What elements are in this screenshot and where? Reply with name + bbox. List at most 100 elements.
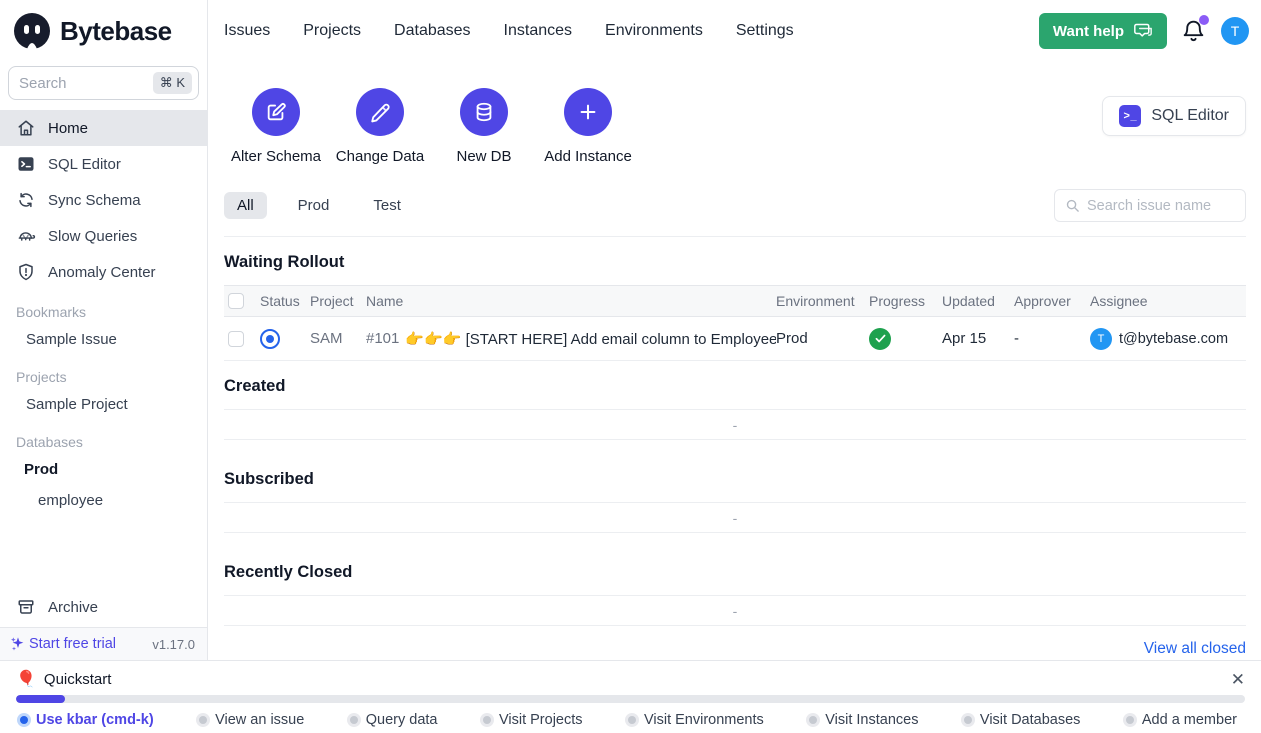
issue-search-input[interactable]: Search issue name — [1054, 189, 1246, 222]
task-label: Visit Projects — [499, 712, 583, 728]
task-visit-environments[interactable]: Visit Environments — [628, 712, 764, 728]
global-search-input[interactable]: Search ⌘ K — [8, 66, 199, 100]
nav-projects[interactable]: Projects — [303, 22, 361, 40]
tab-test[interactable]: Test — [360, 192, 414, 219]
edit-square-icon — [252, 88, 300, 136]
section-title-subscribed: Subscribed — [224, 440, 1246, 502]
alter-schema-button[interactable]: Alter Schema — [224, 88, 328, 165]
quickstart-tasks: Use kbar (cmd-k) View an issue Query dat… — [0, 703, 1261, 728]
plus-icon — [564, 88, 612, 136]
sidebar-item-label: SQL Editor — [48, 156, 121, 173]
sidebar-item-label: Slow Queries — [48, 228, 137, 245]
nav-databases[interactable]: Databases — [394, 22, 471, 40]
task-label: Use kbar (cmd-k) — [36, 712, 154, 728]
sidebar-item-prod[interactable]: Prod — [0, 454, 207, 485]
quickstart-title: Quickstart — [44, 671, 112, 688]
task-dot-icon — [964, 716, 972, 724]
status-open-icon — [260, 329, 280, 349]
nav-environments[interactable]: Environments — [605, 22, 703, 40]
archive-icon — [16, 597, 36, 617]
balloon-icon: 🎈 — [16, 669, 36, 689]
task-view-issue[interactable]: View an issue — [199, 712, 304, 728]
task-add-member[interactable]: Add a member — [1126, 712, 1237, 728]
sidebar-item-label: Anomaly Center — [48, 264, 156, 281]
section-title-recently-closed: Recently Closed — [224, 533, 1246, 595]
shield-alert-icon — [16, 262, 36, 282]
col-progress: Progress — [869, 293, 942, 309]
nav-issues[interactable]: Issues — [224, 22, 270, 40]
sidebar-item-sample-project[interactable]: Sample Project — [0, 389, 207, 420]
task-label: View an issue — [215, 712, 304, 728]
section-label-databases: Databases — [0, 420, 207, 454]
terminal-icon — [16, 154, 36, 174]
created-empty-row: - — [224, 409, 1246, 440]
user-avatar[interactable]: T — [1221, 17, 1249, 45]
task-visit-databases[interactable]: Visit Databases — [964, 712, 1080, 728]
main-area: Issues Projects Databases Instances Envi… — [209, 0, 1261, 660]
sidebar-item-label: Sync Schema — [48, 192, 141, 209]
bytebase-logo-icon — [12, 11, 52, 51]
start-free-trial-link[interactable]: Start free trial — [10, 636, 116, 652]
row-checkbox[interactable] — [228, 331, 244, 347]
issue-filter-row: All Prod Test Search issue name — [224, 189, 1246, 237]
tab-all[interactable]: All — [224, 192, 267, 219]
task-dot-icon — [199, 716, 207, 724]
add-instance-button[interactable]: Add Instance — [536, 88, 640, 165]
sidebar-item-slow-queries[interactable]: Slow Queries — [0, 218, 207, 254]
col-approver: Approver — [1014, 293, 1090, 309]
assignee-avatar: T — [1090, 328, 1112, 350]
sidebar-item-sql-editor[interactable]: SQL Editor — [0, 146, 207, 182]
task-use-kbar[interactable]: Use kbar (cmd-k) — [20, 712, 154, 728]
close-icon[interactable]: ✕ — [1231, 671, 1245, 688]
issue-title: 👉👉👉 [START HERE] Add email column to Emp… — [405, 330, 776, 348]
issue-search-placeholder: Search issue name — [1087, 198, 1211, 214]
task-visit-projects[interactable]: Visit Projects — [483, 712, 583, 728]
select-all-checkbox[interactable] — [228, 293, 244, 309]
quick-actions-row: Alter Schema Change Data New DB — [224, 88, 1246, 165]
sidebar-bottom: Archive Start free trial v1.17.0 — [0, 587, 207, 660]
issue-approver: - — [1014, 330, 1090, 347]
task-dot-icon — [350, 716, 358, 724]
sql-editor-button[interactable]: >_ SQL Editor — [1102, 96, 1246, 136]
quick-action-label: New DB — [456, 148, 511, 165]
issue-environment: Prod — [776, 330, 869, 347]
nav-settings[interactable]: Settings — [736, 22, 794, 40]
notifications-button[interactable] — [1181, 18, 1207, 44]
new-db-button[interactable]: New DB — [432, 88, 536, 165]
brand-logo[interactable]: Bytebase — [0, 0, 207, 62]
subscribed-empty-row: - — [224, 502, 1246, 533]
quickstart-progress-fill — [16, 695, 65, 703]
top-bar-right: Want help T — [1039, 13, 1249, 49]
terminal-icon: >_ — [1119, 105, 1141, 127]
brand-name: Bytebase — [60, 16, 172, 47]
bytebase-app: Bytebase Search ⌘ K Home SQL Editor — [0, 0, 1261, 733]
task-label: Visit Databases — [980, 712, 1080, 728]
task-query-data[interactable]: Query data — [350, 712, 438, 728]
sidebar-item-sample-issue[interactable]: Sample Issue — [0, 324, 207, 355]
home-icon — [16, 118, 36, 138]
home-content: Alter Schema Change Data New DB — [209, 88, 1261, 672]
task-label: Add a member — [1142, 712, 1237, 728]
sidebar: Bytebase Search ⌘ K Home SQL Editor — [0, 0, 208, 660]
sidebar-item-archive[interactable]: Archive — [0, 587, 207, 627]
view-all-closed-link[interactable]: View all closed — [1144, 640, 1246, 657]
task-dot-icon — [1126, 716, 1134, 724]
want-help-button[interactable]: Want help — [1039, 13, 1167, 49]
tab-prod[interactable]: Prod — [285, 192, 343, 219]
change-data-button[interactable]: Change Data — [328, 88, 432, 165]
top-navigation: Issues Projects Databases Instances Envi… — [224, 22, 794, 40]
quickstart-progress-track — [16, 695, 1245, 703]
sidebar-item-anomaly-center[interactable]: Anomaly Center — [0, 254, 207, 290]
task-visit-instances[interactable]: Visit Instances — [809, 712, 918, 728]
sidebar-item-sync-schema[interactable]: Sync Schema — [0, 182, 207, 218]
issue-row[interactable]: SAM #101 👉👉👉 [START HERE] Add email colu… — [224, 317, 1246, 361]
sidebar-item-home[interactable]: Home — [0, 110, 207, 146]
sidebar-item-employee-db[interactable]: employee — [0, 485, 207, 516]
top-bar: Issues Projects Databases Instances Envi… — [209, 0, 1261, 62]
task-label: Visit Instances — [825, 712, 918, 728]
search-icon — [1065, 198, 1080, 213]
task-dot-icon — [20, 716, 28, 724]
quickstart-bar: 🎈 Quickstart ✕ Use kbar (cmd-k) View an … — [0, 660, 1261, 733]
task-dot-icon — [809, 716, 817, 724]
nav-instances[interactable]: Instances — [504, 22, 572, 40]
